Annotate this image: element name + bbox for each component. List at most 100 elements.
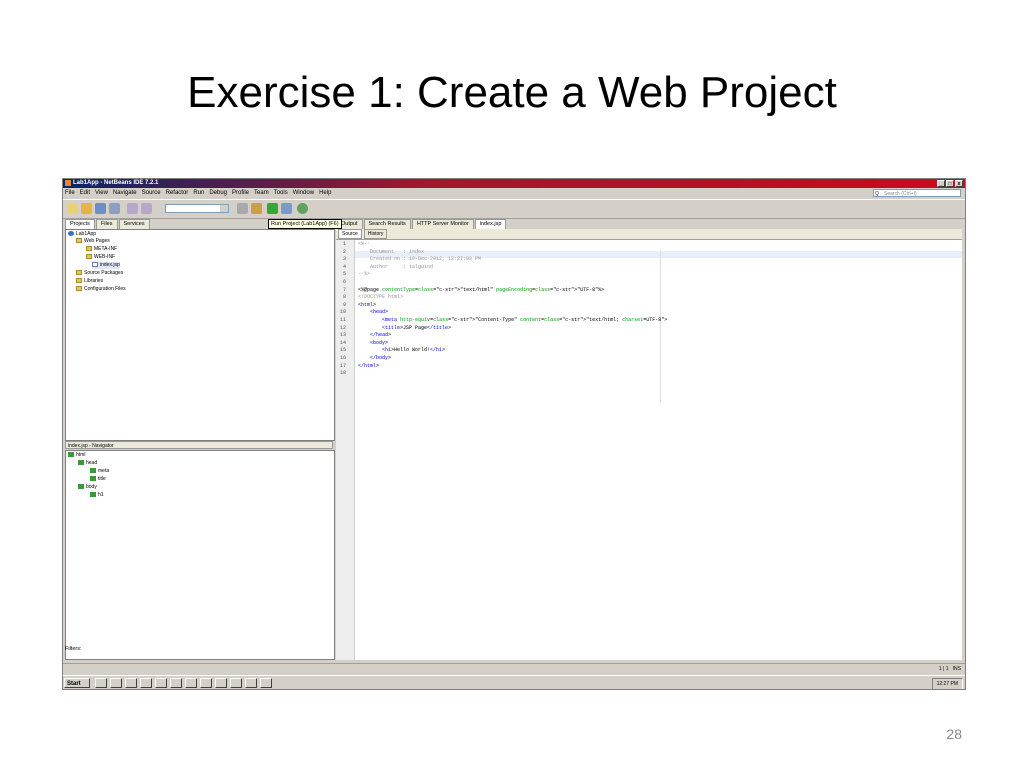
undo-icon[interactable] [127,203,138,214]
tree-item-lab1app[interactable]: Lab1App [68,231,96,238]
run-project-icon[interactable] [267,203,278,214]
tab-projects[interactable]: Projects [65,219,95,229]
line-number: 11 [339,317,346,323]
netbeans-icon [65,180,71,186]
nav-item-title[interactable]: title [90,476,106,483]
nav-item-head[interactable]: head [78,460,97,467]
folder-icon [86,246,92,252]
taskbar-app-icon[interactable] [140,678,152,688]
navigator-panel: html head meta title body h1 [65,450,335,660]
code-editor[interactable]: 1 <%-- 2 Document : index 3 Created on : 19… [336,240,962,660]
nav-label: head [86,460,98,466]
close-button[interactable]: x [955,180,963,187]
open-project-icon[interactable] [95,203,106,214]
new-project-icon[interactable] [81,203,92,214]
tab-files[interactable]: Files [95,219,118,229]
code-line: <html> [358,301,377,308]
tab-index-jsp[interactable]: index.jsp [474,219,507,229]
menu-item-run[interactable]: Run [193,188,204,198]
taskbar-app-icon[interactable] [200,678,212,688]
folder-icon [76,286,82,292]
source-tab[interactable]: Source [338,229,362,239]
nav-item-h1[interactable]: h1 [90,492,104,499]
build-icon[interactable] [237,203,248,214]
line-number: 8 [342,294,346,301]
line-number: 4 [342,263,346,270]
nav-label: body [86,484,97,490]
history-tab[interactable]: History [363,229,388,239]
tree-item-libraries[interactable]: Libraries [76,278,103,285]
code-line: <meta http-equiv=class="c-str">"Content-… [382,317,668,323]
projects-panel: Lab1App Web Pages META-INF WEB-INF index… [65,229,335,441]
taskbar-app-icon[interactable] [170,678,182,688]
line-number: 3 [342,256,346,263]
tree-label: index.jsp [100,262,120,268]
run-project-tooltip: Run Project (Lab1App) (F6) [268,219,342,229]
nav-label: meta [98,468,110,474]
new-file-icon[interactable] [67,203,78,214]
taskbar-app-icon[interactable] [215,678,227,688]
navigator-title: index.jsp - Navigator [65,441,333,449]
menu-item-help[interactable]: Help [319,188,331,198]
tree-item-web-inf[interactable]: WEB-INF [86,254,115,261]
nav-item-body[interactable]: body [78,484,97,491]
slide-number: 28 [946,726,962,742]
tab-http-server-monitor[interactable]: HTTP Server Monitor [411,219,474,229]
tree-item-web-pages[interactable]: Web Pages [76,238,110,245]
menu-item-refactor[interactable]: Refactor [166,188,189,198]
menu-item-navigate[interactable]: Navigate [113,188,137,198]
taskbar-app-icon[interactable] [155,678,167,688]
menu-bar: File Edit View Navigate Source Refactor Run Deb… [63,188,965,198]
minimize-button[interactable]: _ [937,180,945,187]
menu-item-debug[interactable]: Debug [209,188,227,198]
debug-project-icon[interactable] [281,203,292,214]
tag-icon [90,476,96,482]
taskbar-app-icon[interactable] [260,678,272,688]
taskbar-app-icon[interactable] [230,678,242,688]
nav-item-meta[interactable]: meta [90,468,109,475]
system-tray: 12:27 PM [931,678,963,689]
taskbar-app-icon[interactable] [110,678,122,688]
line-number: 7 [342,286,346,293]
menu-item-window[interactable]: Window [293,188,314,198]
tag-icon [78,484,84,490]
taskbar-app-icon[interactable] [245,678,257,688]
filters-label: Filters: [65,646,82,652]
tree-item-configuration-files[interactable]: Configuration Files [76,286,126,293]
start-button[interactable]: Start [64,678,90,688]
profile-project-icon[interactable] [297,203,308,214]
status-bar: 1 | 1 INS [63,663,965,674]
menu-item-source[interactable]: Source [142,188,161,198]
menu-item-edit[interactable]: Edit [80,188,90,198]
code-line: </body> [370,355,392,361]
editor-toolbar: Source History [336,229,962,240]
nav-item-html[interactable]: html [68,452,85,459]
line-number: 9 [342,301,346,308]
line-number: 13 [339,332,346,339]
menu-item-tools[interactable]: Tools [274,188,288,198]
tree-item-meta-inf[interactable]: META-INF [86,246,117,253]
code-line: Document : index [358,248,425,255]
tree-label: Libraries [84,278,104,284]
code-line: </html> [358,362,380,369]
taskbar-app-icon[interactable] [185,678,197,688]
menu-item-profile[interactable]: Profile [232,188,249,198]
tree-item-source-packages[interactable]: Source Packages [76,270,123,277]
tree-label: META-INF [94,246,118,252]
search-input[interactable]: Q Search (Ctrl+I) [873,189,961,197]
clean-build-icon[interactable] [251,203,262,214]
menu-item-team[interactable]: Team [254,188,269,198]
line-number: 6 [342,279,346,285]
taskbar-app-icon[interactable] [95,678,107,688]
redo-icon[interactable] [141,203,152,214]
configuration-select[interactable] [165,204,229,213]
menu-item-view[interactable]: View [95,188,108,198]
menu-item-file[interactable]: File [65,188,75,198]
taskbar-app-icon[interactable] [125,678,137,688]
tab-services[interactable]: Services [118,219,150,229]
tree-item-index-jsp[interactable]: index.jsp [92,262,120,269]
tree-label: Source Packages [84,270,124,276]
tab-search-results[interactable]: Search Results [363,219,411,229]
save-all-icon[interactable] [109,203,120,214]
maximize-button[interactable]: □ [946,180,954,187]
